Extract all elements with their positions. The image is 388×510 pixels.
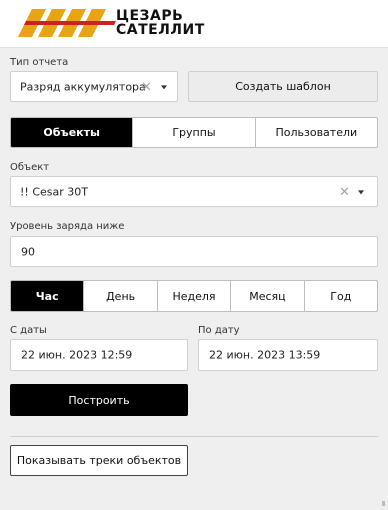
show-tracks-button[interactable]: Показывать треки объектов	[10, 445, 188, 476]
date-from-label: С даты	[10, 325, 47, 336]
tab-hour[interactable]: Час	[11, 281, 84, 311]
period-tabs: Час День Неделя Месяц Год	[10, 280, 378, 312]
caesar-stripes-logo-icon	[18, 9, 116, 37]
tab-week[interactable]: Неделя	[156, 281, 230, 311]
build-button[interactable]: Построить	[10, 384, 188, 416]
entity-type-tabs: Объекты Группы Пользователи	[10, 117, 378, 148]
charge-level-label: Уровень заряда ниже	[10, 221, 125, 232]
charge-level-value: 90	[21, 245, 35, 258]
object-value: !! Cesar 30T	[20, 185, 88, 198]
brand-line-1: ЦЕЗАРЬ	[116, 8, 184, 24]
clear-object-icon[interactable]: ×	[339, 184, 350, 199]
tab-objects[interactable]: Объекты	[11, 118, 133, 147]
object-select[interactable]: !! Cesar 30T ×	[10, 176, 378, 207]
brand-line-2: САТЕЛЛИТ	[116, 22, 205, 38]
date-to-input[interactable]: 22 июн. 2023 13:59	[198, 339, 378, 371]
brand-name: ЦЕЗАРЬ САТЕЛЛИТ	[116, 9, 205, 37]
tab-day[interactable]: День	[83, 281, 156, 311]
chevron-down-icon[interactable]	[358, 189, 364, 194]
clear-report-type-icon[interactable]: ×	[141, 79, 152, 94]
date-to-value: 22 июн. 2023 13:59	[209, 348, 321, 362]
report-type-select[interactable]: Разряд аккумулятора ×	[10, 71, 178, 102]
tab-month[interactable]: Месяц	[230, 281, 303, 311]
tab-year[interactable]: Год	[303, 281, 377, 311]
chevron-down-icon[interactable]	[161, 84, 167, 89]
divider	[10, 436, 378, 437]
charge-level-input[interactable]: 90	[10, 236, 378, 267]
app-header: ЦЕЗАРЬ САТЕЛЛИТ	[0, 0, 388, 48]
resize-handle[interactable]	[382, 501, 385, 506]
date-from-value: 22 июн. 2023 12:59	[21, 348, 133, 362]
tab-groups[interactable]: Группы	[132, 118, 254, 147]
report-type-label: Тип отчета	[10, 57, 69, 68]
date-to-label: По дату	[198, 325, 240, 336]
tab-users[interactable]: Пользователи	[254, 118, 377, 147]
date-from-input[interactable]: 22 июн. 2023 12:59	[10, 339, 188, 371]
object-label: Объект	[10, 162, 50, 173]
create-template-button[interactable]: Создать шаблон	[188, 71, 378, 102]
report-type-value: Разряд аккумулятора	[20, 80, 146, 93]
